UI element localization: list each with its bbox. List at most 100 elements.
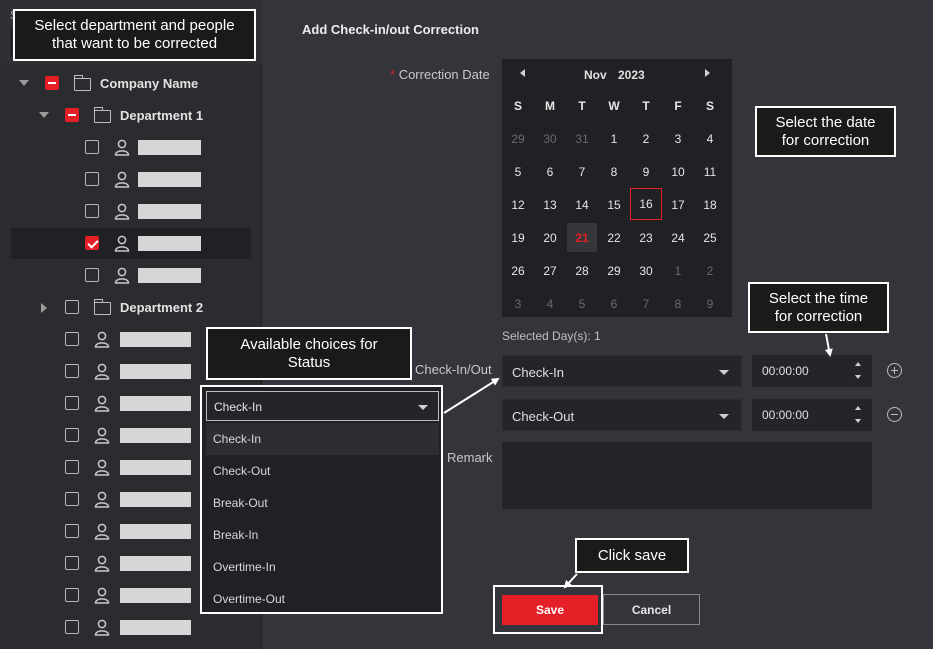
tree-person-row[interactable] <box>11 196 251 227</box>
person-checkbox[interactable] <box>65 556 79 570</box>
calendar-day[interactable]: 4 <box>694 122 726 155</box>
calendar-day[interactable]: 24 <box>662 221 694 254</box>
status-option[interactable]: Check-Out <box>206 455 439 487</box>
calendar-day[interactable]: 17 <box>662 188 694 221</box>
person-checkbox[interactable] <box>65 460 79 474</box>
calendar-day[interactable]: 6 <box>598 287 630 320</box>
person-checkbox[interactable] <box>65 524 79 538</box>
calendar-day[interactable]: 18 <box>694 188 726 221</box>
spin-up-icon[interactable] <box>855 362 861 366</box>
calendar-year[interactable]: 2023 <box>618 68 645 82</box>
calendar-day[interactable]: 2 <box>630 122 662 155</box>
tree-person-row[interactable] <box>11 132 251 163</box>
calendar-day[interactable]: 20 <box>534 221 566 254</box>
spin-up-icon[interactable] <box>855 406 861 410</box>
calendar-day[interactable]: 19 <box>502 221 534 254</box>
tree-person-row[interactable] <box>11 260 251 291</box>
status-option[interactable]: Overtime-In <box>206 551 439 583</box>
person-checkbox[interactable] <box>85 204 99 218</box>
spin-down-icon[interactable] <box>855 375 861 379</box>
calendar-day[interactable]: 25 <box>694 221 726 254</box>
tree-node-department-1[interactable]: Department 1 <box>11 100 251 131</box>
calendar-day[interactable]: 23 <box>630 221 662 254</box>
calendar-day[interactable]: 1 <box>598 122 630 155</box>
calendar-day[interactable]: 5 <box>566 287 598 320</box>
calendar-day[interactable]: 29 <box>502 122 534 155</box>
calendar-day[interactable]: 2 <box>694 254 726 287</box>
person-checkbox[interactable] <box>65 492 79 506</box>
add-row-icon[interactable] <box>887 363 902 378</box>
redacted-name <box>120 460 191 475</box>
next-month-icon[interactable] <box>705 69 710 77</box>
person-checkbox[interactable] <box>85 268 99 282</box>
spin-down-icon[interactable] <box>855 419 861 423</box>
status-option[interactable]: Break-Out <box>206 487 439 519</box>
calendar-day[interactable]: 13 <box>534 188 566 221</box>
person-checkbox[interactable] <box>65 332 79 346</box>
calendar-day[interactable]: 10 <box>662 155 694 188</box>
time-input-2[interactable]: 00:00:00 <box>752 399 872 431</box>
tree-node-company[interactable]: Company Name <box>11 68 251 99</box>
company-checkbox[interactable] <box>45 76 59 90</box>
status-option[interactable]: Break-In <box>206 519 439 551</box>
calendar-day[interactable]: 9 <box>630 155 662 188</box>
calendar-day[interactable]: 8 <box>598 155 630 188</box>
calendar-day-today[interactable]: 21 <box>567 223 597 252</box>
expand-arrow-icon[interactable] <box>19 80 29 86</box>
person-checkbox[interactable] <box>65 428 79 442</box>
calendar-day[interactable]: 30 <box>534 122 566 155</box>
department-2-checkbox[interactable] <box>65 300 79 314</box>
person-checkbox[interactable] <box>85 172 99 186</box>
person-checkbox[interactable] <box>65 588 79 602</box>
calendar-day[interactable]: 31 <box>566 122 598 155</box>
person-checkbox[interactable] <box>65 364 79 378</box>
prev-month-icon[interactable] <box>520 69 525 77</box>
calendar-day[interactable]: 6 <box>534 155 566 188</box>
calendar-day[interactable]: 4 <box>534 287 566 320</box>
calendar-day[interactable]: 12 <box>502 188 534 221</box>
cancel-button[interactable]: Cancel <box>603 594 700 625</box>
tree-node-department-2[interactable]: Department 2 <box>11 292 251 323</box>
calendar-day[interactable]: 22 <box>598 221 630 254</box>
tree-person-row[interactable] <box>11 612 251 643</box>
save-button[interactable]: Save <box>502 595 598 625</box>
calendar-day-selected[interactable]: 16 <box>630 188 662 220</box>
status-dropdown-select[interactable]: Check-In <box>206 391 439 421</box>
calendar-day[interactable]: 5 <box>502 155 534 188</box>
time-input-1[interactable]: 00:00:00 <box>752 355 872 387</box>
remove-row-icon[interactable] <box>887 407 902 422</box>
calendar-day[interactable]: 3 <box>662 122 694 155</box>
expand-arrow-icon[interactable] <box>41 303 47 313</box>
calendar-day[interactable]: 11 <box>694 155 726 188</box>
expand-arrow-icon[interactable] <box>39 112 49 118</box>
required-mark: * <box>390 67 396 82</box>
arrow-to-time-input <box>824 333 833 357</box>
person-checkbox-checked[interactable] <box>85 236 99 250</box>
status-select-2[interactable]: Check-Out <box>502 399 742 431</box>
calendar-day[interactable]: 7 <box>630 287 662 320</box>
person-checkbox[interactable] <box>65 396 79 410</box>
calendar-day[interactable]: 7 <box>566 155 598 188</box>
department-1-checkbox[interactable] <box>65 108 79 122</box>
calendar-day[interactable]: 3 <box>502 287 534 320</box>
calendar-day[interactable]: 8 <box>662 287 694 320</box>
person-checkbox[interactable] <box>85 140 99 154</box>
calendar-day[interactable]: 27 <box>534 254 566 287</box>
person-checkbox[interactable] <box>65 620 79 634</box>
status-select-1[interactable]: Check-In <box>502 355 742 387</box>
status-option[interactable]: Check-In <box>206 423 439 455</box>
calendar-day[interactable]: 28 <box>566 254 598 287</box>
tree-person-row[interactable] <box>11 164 251 195</box>
calendar-day[interactable]: 1 <box>662 254 694 287</box>
calendar-day[interactable]: 15 <box>598 188 630 221</box>
status-select-value: Check-In <box>512 365 565 380</box>
calendar-month[interactable]: Nov <box>584 68 607 82</box>
calendar-day[interactable]: 29 <box>598 254 630 287</box>
calendar-day[interactable]: 30 <box>630 254 662 287</box>
calendar-day[interactable]: 14 <box>566 188 598 221</box>
tree-person-row-selected[interactable] <box>11 228 251 259</box>
calendar-day[interactable]: 9 <box>694 287 726 320</box>
remark-textarea[interactable] <box>502 442 872 509</box>
calendar-day[interactable]: 26 <box>502 254 534 287</box>
status-option[interactable]: Overtime-Out <box>206 583 439 615</box>
